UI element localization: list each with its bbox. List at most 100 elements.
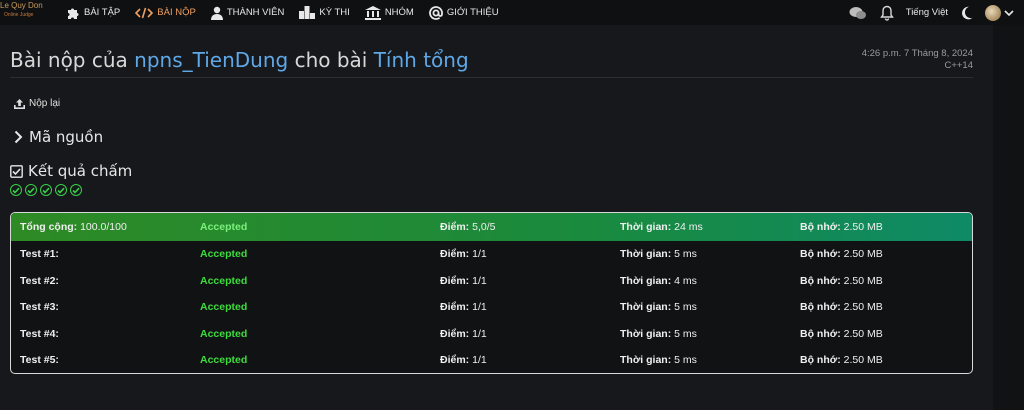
test-name: Test #3:: [20, 301, 59, 314]
time-label: Thời gian:: [620, 327, 672, 340]
memory-label: Bộ nhớ:: [800, 327, 841, 340]
problem-link[interactable]: Tính tổng: [374, 48, 469, 72]
user-link[interactable]: npns_TienDung: [134, 48, 288, 72]
nav-item-problems[interactable]: BÀI TẬP: [66, 6, 120, 20]
page-title: Bài nộp của npns_TienDung cho bài Tính t…: [10, 48, 469, 72]
submission-datetime: 4:26 p.m. 7 Tháng 8, 2024: [861, 48, 973, 59]
memory-label: Bộ nhớ:: [800, 274, 841, 287]
point-label: Điểm:: [440, 274, 470, 287]
check-circle-icon[interactable]: [10, 184, 22, 196]
table-row: Test #4: Accepted Điểm: 1/1 Thời gian: 5…: [11, 321, 972, 348]
total-memory: Bộ nhớ: 2.50 MB: [800, 221, 883, 233]
memory-value: 2.50 MB: [843, 221, 883, 233]
point-label: Điểm:: [440, 354, 470, 367]
submission-language: C++14: [944, 60, 973, 71]
memory-value: 2.50 MB: [843, 248, 883, 261]
memory-label: Bộ nhớ:: [800, 221, 841, 233]
site-logo[interactable]: Le Quy Don Online Judge: [0, 0, 52, 25]
table-row: Test #2: Accepted Điểm: 1/1 Thời gian: 4…: [11, 268, 972, 295]
point-label: Điểm:: [440, 221, 470, 233]
institution-icon: [364, 5, 381, 20]
nav-item-submissions[interactable]: BÀI NỘP: [135, 7, 196, 19]
time-label: Thời gian:: [620, 248, 672, 261]
test-memory: Bộ nhớ: 2.50 MB: [800, 328, 883, 340]
divider: [10, 77, 973, 78]
status-badge: Accepted: [200, 327, 248, 340]
total-label: Tổng cộng:: [20, 221, 78, 233]
nav-item-groups[interactable]: NHÓM: [364, 5, 414, 20]
test-memory: Bộ nhớ: 2.50 MB: [800, 301, 883, 313]
scrollbar-track[interactable]: [993, 25, 1024, 410]
test-case-summary: [10, 184, 85, 196]
user-icon: [210, 6, 223, 20]
point-label: Điểm:: [440, 327, 470, 340]
memory-value: 2.50 MB: [843, 274, 883, 287]
test-point: Điểm: 1/1: [440, 248, 487, 260]
point-value: 1/1: [472, 301, 487, 314]
test-name: Test #2:: [20, 274, 59, 287]
main-nav: BÀI TẬP BÀI NỘP THÀNH VIÊN KỲ THI NHÓM G…: [66, 5, 514, 20]
test-time: Thời gian: 4 ms: [620, 275, 697, 287]
test-memory: Bộ nhớ: 2.50 MB: [800, 354, 883, 366]
at-icon: [428, 5, 443, 20]
chat-icon[interactable]: [849, 6, 867, 20]
time-label: Thời gian:: [620, 301, 672, 314]
chevron-down-icon[interactable]: [1004, 9, 1014, 17]
user-nav: Tiếng Việt: [836, 0, 1014, 25]
test-point: Điểm: 1/1: [440, 328, 487, 340]
title-middle: cho bài: [294, 48, 368, 72]
status-badge: Accepted: [200, 248, 248, 261]
nav-item-about-label: GIỚI THIỆU: [446, 7, 499, 18]
nav-item-contests[interactable]: KỲ THI: [299, 6, 350, 19]
avatar[interactable]: [985, 4, 1001, 21]
resubmit-label: Nộp lại: [29, 98, 61, 109]
results-table: Tổng cộng: 100.0/100 Accepted Điểm: 5,0/…: [10, 212, 973, 374]
moon-icon[interactable]: [961, 6, 973, 20]
chevron-right-icon: [14, 130, 23, 144]
memory-value: 2.50 MB: [843, 354, 883, 367]
bell-icon[interactable]: [879, 5, 894, 21]
test-point: Điểm: 1/1: [440, 275, 487, 287]
memory-value: 2.50 MB: [843, 327, 883, 340]
time-label: Thời gian:: [620, 354, 672, 367]
time-value: 5 ms: [674, 327, 697, 340]
status-badge: Accepted: [200, 354, 248, 367]
check-circle-icon[interactable]: [25, 184, 37, 196]
time-value: 24 ms: [674, 221, 703, 233]
memory-label: Bộ nhớ:: [800, 248, 841, 261]
point-value: 1/1: [472, 274, 487, 287]
language-selector[interactable]: Tiếng Việt: [906, 7, 948, 18]
check-circle-icon[interactable]: [55, 184, 67, 196]
source-code-toggle[interactable]: Mã nguồn: [14, 128, 103, 146]
checkbox-icon: [10, 164, 23, 178]
test-time: Thời gian: 5 ms: [620, 354, 697, 366]
logo-subtitle: Online Judge: [4, 12, 34, 18]
check-circle-icon[interactable]: [40, 184, 52, 196]
nav-item-about[interactable]: GIỚI THIỆU: [428, 5, 499, 20]
point-value: 1/1: [472, 354, 487, 367]
point-value: 1/1: [472, 327, 487, 340]
logo-title: Le Quy Don: [0, 1, 43, 10]
source-code-label: Mã nguồn: [29, 128, 104, 146]
time-value: 5 ms: [674, 354, 697, 367]
top-navbar: Le Quy Don Online Judge BÀI TẬP BÀI NỘP …: [0, 0, 1024, 25]
nav-item-groups-label: NHÓM: [384, 7, 414, 18]
submission-meta: 4:26 p.m. 7 Tháng 8, 2024 C++14: [862, 48, 973, 72]
time-value: 4 ms: [674, 274, 697, 287]
status-badge: Accepted: [200, 221, 248, 233]
total-name: Tổng cộng: 100.0/100: [20, 221, 127, 233]
memory-label: Bộ nhớ:: [800, 354, 841, 367]
test-name: Test #1:: [20, 248, 59, 261]
time-label: Thời gian:: [620, 274, 672, 287]
nav-item-contests-label: KỲ THI: [319, 7, 350, 18]
podium-icon: [299, 6, 316, 19]
resubmit-button[interactable]: Nộp lại: [14, 98, 60, 109]
test-memory: Bộ nhớ: 2.50 MB: [800, 275, 883, 287]
status-badge: Accepted: [200, 274, 248, 287]
memory-label: Bộ nhớ:: [800, 301, 841, 314]
result-heading: Kết quả chấm: [10, 162, 132, 180]
nav-item-users[interactable]: THÀNH VIÊN: [210, 6, 284, 20]
puzzle-icon: [68, 8, 79, 19]
result-label: Kết quả chấm: [28, 162, 133, 180]
check-circle-icon[interactable]: [70, 184, 82, 196]
